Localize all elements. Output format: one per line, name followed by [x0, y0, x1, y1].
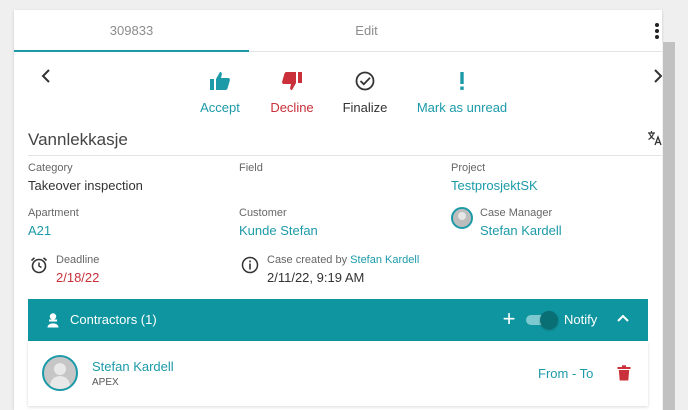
exclamation-icon — [460, 72, 464, 90]
scrollbar-thumb[interactable] — [663, 42, 675, 410]
info-icon — [241, 256, 259, 274]
case-created-by-text: Case created by — [267, 254, 348, 266]
trash-icon[interactable] — [617, 365, 631, 381]
thumbs-up-icon — [210, 72, 230, 90]
customer-link[interactable]: Kunde Stefan — [239, 223, 318, 238]
customer-label: Customer — [239, 207, 287, 219]
alarm-clock-icon — [30, 257, 48, 274]
deadline-value: 2/18/22 — [56, 270, 100, 285]
mark-unread-label: Mark as unread — [416, 100, 508, 115]
thumbs-down-icon — [282, 72, 302, 90]
person-icon — [47, 313, 59, 328]
category-value: Takeover inspection — [28, 178, 143, 193]
contractor-company: APEX — [92, 377, 119, 388]
check-circle-icon — [355, 71, 375, 91]
case-manager-link[interactable]: Stefan Kardell — [480, 223, 562, 238]
chevron-right-icon — [654, 69, 662, 83]
project-link[interactable]: TestprosjektSK — [451, 178, 538, 193]
contractors-header[interactable]: Contractors (1) + Notify — [28, 299, 648, 341]
scrollbar[interactable] — [662, 42, 676, 410]
chevron-left-icon — [41, 69, 50, 83]
finalize-label: Finalize — [342, 100, 388, 115]
case-title: Vannlekkasje — [28, 130, 128, 149]
add-contractor-button[interactable]: + — [500, 307, 518, 331]
finalize-button[interactable]: Finalize — [341, 70, 389, 115]
next-case-button[interactable] — [650, 68, 662, 88]
translate-icon[interactable] — [647, 130, 662, 146]
case-creator-link[interactable]: Stefan Kardell — [350, 254, 419, 266]
tab-active-indicator — [14, 50, 249, 52]
mark-unread-button[interactable]: Mark as unread — [414, 70, 510, 115]
apartment-label: Apartment — [28, 207, 79, 219]
tab-case-number[interactable]: 309833 — [14, 10, 249, 52]
apartment-link[interactable]: A21 — [28, 223, 51, 238]
case-manager-label: Case Manager — [480, 207, 553, 219]
notify-toggle[interactable] — [526, 311, 558, 329]
contractor-name-link[interactable]: Stefan Kardell — [92, 359, 174, 374]
notify-toggle-knob — [540, 311, 558, 329]
contractors-title: Contractors (1) — [70, 312, 157, 327]
category-label: Category — [28, 162, 73, 174]
previous-case-button[interactable] — [38, 68, 54, 88]
case-manager-avatar — [451, 207, 473, 229]
chevron-up-icon[interactable] — [616, 309, 630, 327]
contractor-list-item: Stefan Kardell APEX From - To — [28, 341, 648, 406]
project-label: Project — [451, 162, 486, 174]
accept-button[interactable]: Accept — [196, 70, 244, 115]
case-created-label: Case created by Stefan Kardell — [267, 254, 419, 266]
more-options-icon[interactable] — [654, 23, 660, 39]
case-title-row: Vannlekkasje — [28, 122, 662, 156]
deadline-label: Deadline — [56, 254, 100, 266]
field-label: Field — [239, 162, 263, 174]
tab-bar: 309833 Edit — [14, 10, 662, 52]
decline-label: Decline — [270, 100, 314, 115]
contractor-avatar — [42, 355, 78, 391]
decline-button[interactable]: Decline — [266, 70, 318, 115]
accept-label: Accept — [200, 100, 240, 115]
contractor-period-link[interactable]: From - To — [538, 366, 593, 381]
tab-edit[interactable]: Edit — [249, 10, 484, 52]
case-created-date: 2/11/22, 9:19 AM — [267, 270, 365, 285]
notify-label: Notify — [564, 312, 598, 327]
case-card: 309833 Edit Accept Decline Finalize Mark… — [14, 10, 662, 410]
